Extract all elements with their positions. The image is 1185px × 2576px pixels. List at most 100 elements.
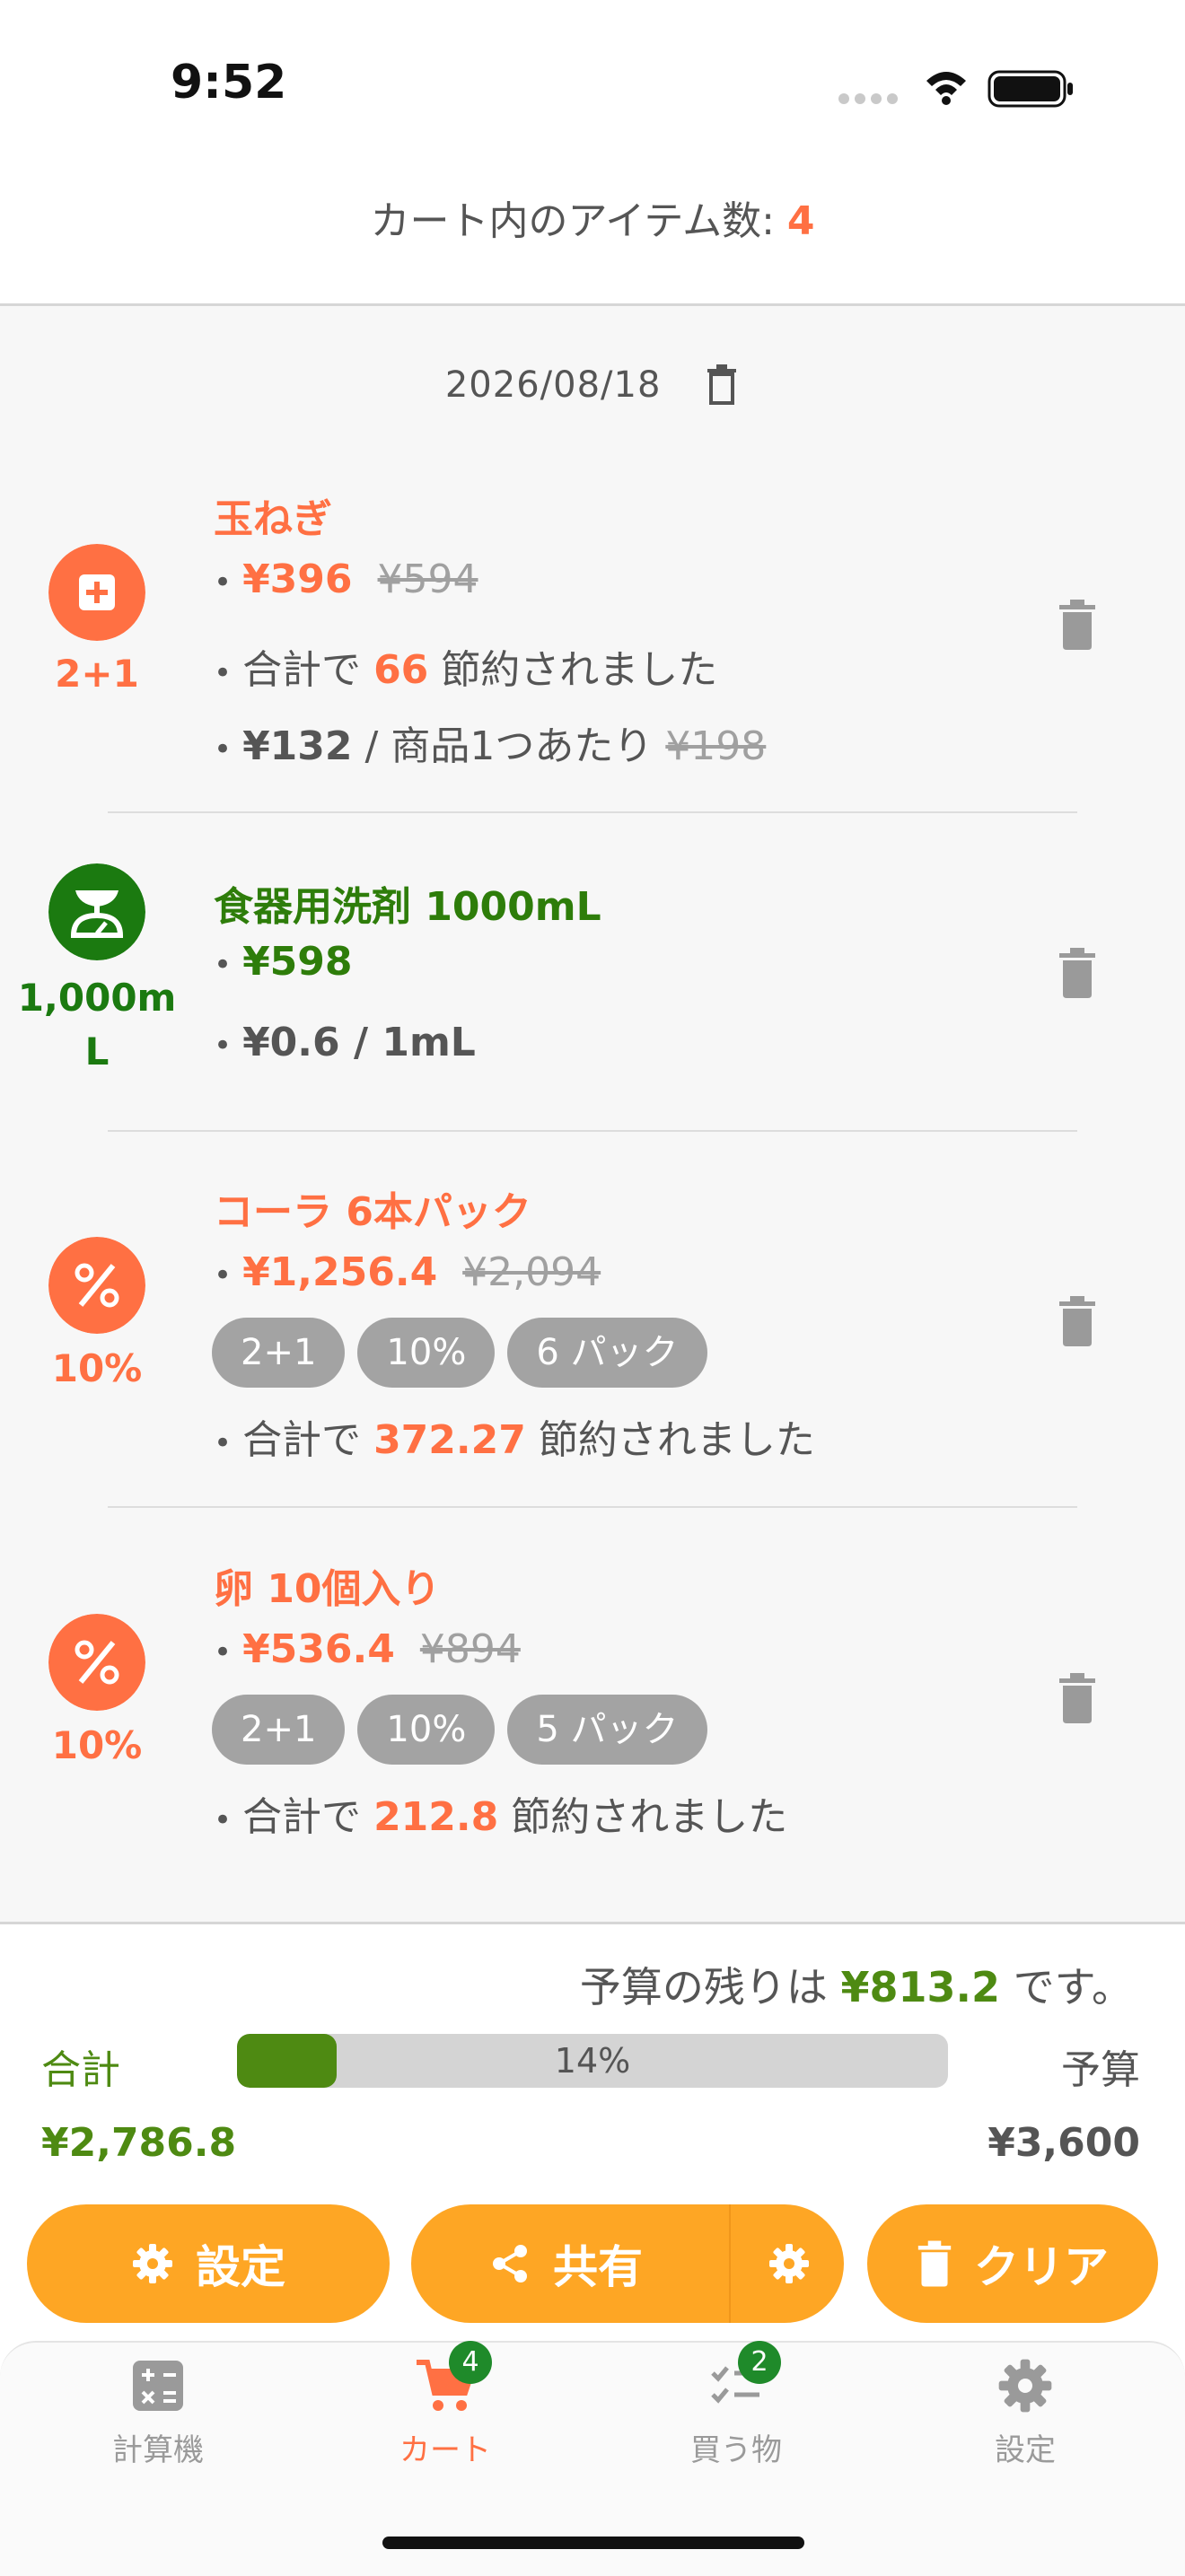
discount-chip: 5 パック [507, 1695, 707, 1765]
percent-icon [48, 1614, 145, 1711]
item-badge-label: 2+1 [55, 652, 139, 696]
date-section-header: 2026/08/18 [0, 363, 1185, 407]
item-original-price: ¥594 [377, 556, 478, 602]
item-original-price: ¥2,094 [462, 1249, 601, 1295]
share-icon [493, 2245, 527, 2282]
trash-icon [917, 2240, 952, 2287]
battery-icon [988, 70, 1073, 108]
item-price-line: • ¥1,256.4 ¥2,094 [214, 1249, 601, 1295]
unit-price-sep: / 商品1つあたり [352, 723, 666, 769]
item-title: 玉ねぎ [214, 496, 332, 542]
unit-price: ¥132 [242, 723, 353, 769]
cart-count-header: カート内のアイテム数: 4 [0, 188, 1185, 246]
item-savings-line: • 合計で 212.8 節約されました [214, 1794, 788, 1840]
budget-progress-bar: 14% [237, 2034, 948, 2088]
status-time: 9:52 [171, 56, 287, 110]
tab-calculator-label: 計算機 [112, 2432, 204, 2468]
delete-item-icon[interactable] [1058, 600, 1097, 650]
discount-chip: 6 パック [507, 1318, 707, 1388]
savings-amount: 66 [373, 647, 429, 693]
badge-line-2: L [84, 1030, 110, 1073]
item-title: コーラ 6本パック [214, 1189, 531, 1235]
share-button-label: 共有 [553, 2241, 643, 2293]
tab-shopping-list-label: 買う物 [690, 2432, 782, 2468]
unit-price: ¥0.6 [242, 1020, 340, 1065]
item-price: ¥536.4 [242, 1626, 395, 1672]
shopping-list-tab-badge: 2 [738, 2341, 781, 2384]
savings-suffix: 節約されました [428, 647, 718, 693]
tab-cart[interactable]: カート [338, 2357, 553, 2469]
status-icons [838, 70, 1073, 108]
date-label: 2026/08/18 [444, 364, 662, 406]
savings-suffix: 節約されました [525, 1417, 815, 1463]
savings-amount: 212.8 [373, 1794, 499, 1840]
clear-button-label: クリア [974, 2241, 1109, 2293]
discount-chip: 2+1 [212, 1318, 346, 1388]
savings-prefix: 合計で [242, 647, 374, 693]
delete-date-icon[interactable] [704, 364, 740, 407]
budget-label: 予算 [1061, 2047, 1140, 2093]
discount-chip: 2+1 [212, 1695, 346, 1765]
savings-prefix: 合計で [242, 1417, 374, 1463]
budget-remaining-prefix: 予算の残りは [579, 1963, 841, 2011]
discount-chip: 10% [357, 1695, 496, 1765]
discount-chips: 2+1 10% 5 パック [212, 1695, 720, 1765]
cart-list [0, 306, 1185, 1922]
tab-settings[interactable]: 設定 [917, 2357, 1133, 2469]
clear-button[interactable]: クリア [867, 2204, 1158, 2323]
item-divider [108, 811, 1077, 813]
item-price: ¥396 [242, 556, 353, 602]
item-unit-price-line: • ¥0.6 / 1mL [214, 1020, 476, 1065]
badge-line-1: 1,000m [17, 976, 177, 1020]
item-price: ¥598 [242, 939, 353, 985]
delete-item-icon[interactable] [1058, 948, 1097, 998]
cart-tab-badge: 4 [449, 2341, 492, 2384]
budget-divider [0, 1922, 1185, 1924]
home-indicator [382, 2537, 804, 2549]
settings-button[interactable]: 設定 [27, 2204, 390, 2323]
total-label: 合計 [41, 2047, 120, 2093]
discount-chips: 2+1 10% 6 パック [212, 1318, 720, 1388]
budget-remaining: 予算の残りは ¥813.2 です。 [580, 1955, 1133, 2014]
tab-shopping-list[interactable]: 買う物 [628, 2357, 844, 2469]
item-divider [108, 1130, 1077, 1132]
budget-value[interactable]: ¥3,600 [988, 2120, 1140, 2166]
cart-count-value: 4 [786, 198, 815, 244]
item-savings-line: • 合計で 372.27 節約されました [214, 1417, 815, 1463]
calculator-icon [133, 2361, 183, 2411]
tab-calculator[interactable]: 計算機 [50, 2357, 266, 2469]
unit-original-price: ¥198 [665, 723, 767, 769]
percent-icon [48, 1237, 145, 1334]
signal-icon [838, 93, 898, 104]
item-savings-line: • 合計で 66 節約されました [214, 647, 718, 693]
item-title: 食器用洗剤 1000mL [214, 884, 601, 930]
item-divider [108, 1506, 1077, 1508]
item-price-line: • ¥536.4 ¥894 [214, 1626, 521, 1672]
item-badge-label: 10% [51, 1346, 143, 1390]
unit-price-sep: / 1mL [339, 1020, 476, 1065]
item-badge-label: 1,000m L [0, 971, 194, 1079]
scale-icon [48, 863, 145, 960]
gear-icon [998, 2359, 1052, 2413]
share-settings-gear-icon[interactable] [768, 2242, 811, 2285]
budget-progress-text: 14% [554, 2041, 631, 2081]
item-unit-price-line: • ¥132 / 商品1つあたり ¥198 [214, 723, 767, 769]
item-price: ¥1,256.4 [242, 1249, 438, 1295]
delete-item-icon[interactable] [1058, 1673, 1097, 1723]
settings-button-label: 設定 [196, 2241, 285, 2293]
item-badge-label: 10% [51, 1723, 143, 1767]
item-title: 卵 10個入り [214, 1566, 441, 1612]
delete-item-icon[interactable] [1058, 1296, 1097, 1346]
budget-remaining-amount: ¥813.2 [840, 1963, 1000, 2011]
share-split-divider [729, 2204, 731, 2323]
tab-cart-label: カート [399, 2432, 491, 2468]
budget-remaining-suffix: です。 [999, 1963, 1133, 2011]
savings-prefix: 合計で [242, 1794, 374, 1840]
item-price-line: • ¥598 [214, 939, 353, 985]
cart-count-label: カート内のアイテム数: [370, 198, 787, 244]
savings-amount: 372.27 [373, 1417, 526, 1463]
tab-settings-label: 設定 [995, 2432, 1056, 2468]
item-price-line: • ¥396 ¥594 [214, 556, 478, 602]
gear-icon [133, 2244, 172, 2283]
discount-chip: 10% [357, 1318, 496, 1388]
